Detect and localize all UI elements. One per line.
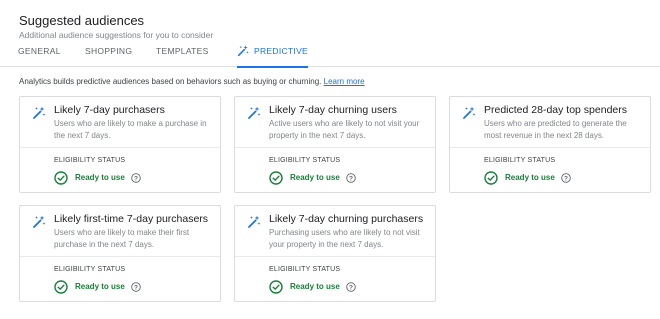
magic-wand-icon: [248, 215, 261, 228]
card-divider: [20, 256, 220, 257]
page-header: Suggested audiences Additional audience …: [19, 13, 213, 41]
svg-text:?: ?: [349, 175, 353, 182]
magic-wand-icon: [33, 106, 46, 119]
card-title: Predicted 28-day top spenders: [484, 104, 628, 116]
eligibility-status-label: ELIGIBILITY STATUS: [269, 266, 341, 273]
audience-card-likely-first-time-7-day-purchasers[interactable]: Likely first-time 7-day purchasers Users…: [19, 205, 221, 302]
card-divider: [235, 256, 435, 257]
learn-more-link[interactable]: Learn more: [324, 77, 365, 86]
help-icon[interactable]: ?: [131, 173, 141, 183]
status-text: Ready to use: [290, 282, 340, 291]
check-circle-icon: [269, 280, 283, 294]
eligibility-status-label: ELIGIBILITY STATUS: [54, 157, 126, 164]
tab-general[interactable]: GENERAL: [18, 40, 61, 67]
card-title: Likely first-time 7-day purchasers: [54, 213, 209, 225]
card-description: Purchasing users who are likely to not v…: [269, 228, 420, 249]
magic-wand-icon: [463, 106, 476, 119]
audience-card-predicted-28-day-top-spenders[interactable]: Predicted 28-day top spenders Users who …: [449, 96, 651, 193]
magic-wand-icon: [248, 106, 261, 119]
intro-text: Analytics builds predictive audiences ba…: [19, 76, 365, 87]
tab-predictive[interactable]: PREDICTIVE: [237, 40, 309, 68]
audience-tabs: GENERAL SHOPPING TEMPLATES PREDICTIVE: [0, 40, 660, 68]
card-description: Users who are predicted to generate the …: [484, 119, 627, 140]
eligibility-status: Ready to use ?: [484, 171, 571, 185]
svg-text:?: ?: [134, 175, 138, 182]
magic-wand-icon: [237, 45, 249, 56]
audience-card-likely-7-day-churning-purchasers[interactable]: Likely 7-day churning purchasers Purchas…: [234, 205, 436, 302]
card-title: Likely 7-day churning purchasers: [269, 213, 424, 225]
tab-predictive-label: PREDICTIVE: [254, 46, 309, 56]
check-circle-icon: [54, 280, 68, 294]
card-divider: [235, 147, 435, 148]
tab-templates[interactable]: TEMPLATES: [156, 40, 209, 67]
status-text: Ready to use: [290, 173, 340, 182]
card-divider: [450, 147, 650, 148]
status-text: Ready to use: [75, 173, 125, 182]
eligibility-status-label: ELIGIBILITY STATUS: [54, 266, 126, 273]
eligibility-status: Ready to use ?: [54, 171, 141, 185]
help-icon[interactable]: ?: [346, 173, 356, 183]
svg-text:?: ?: [349, 284, 353, 291]
magic-wand-icon: [33, 215, 46, 228]
card-description: Users who are likely to make a purchase …: [54, 119, 207, 140]
tab-shopping[interactable]: SHOPPING: [85, 40, 132, 67]
page-title: Suggested audiences: [19, 13, 145, 28]
svg-text:?: ?: [134, 284, 138, 291]
help-icon[interactable]: ?: [131, 282, 141, 292]
status-text: Ready to use: [505, 173, 555, 182]
check-circle-icon: [269, 171, 283, 185]
help-icon[interactable]: ?: [346, 282, 356, 292]
eligibility-status-label: ELIGIBILITY STATUS: [484, 157, 556, 164]
check-circle-icon: [484, 171, 498, 185]
card-divider: [20, 147, 220, 148]
help-icon[interactable]: ?: [561, 173, 571, 183]
card-description: Users who are likely to make their first…: [54, 228, 190, 249]
card-title: Likely 7-day churning users: [269, 104, 397, 116]
audience-card-likely-7-day-churning-users[interactable]: Likely 7-day churning users Active users…: [234, 96, 436, 193]
audience-card-likely-7-day-purchasers[interactable]: Likely 7-day purchasers Users who are li…: [19, 96, 221, 193]
eligibility-status-label: ELIGIBILITY STATUS: [269, 157, 341, 164]
status-text: Ready to use: [75, 282, 125, 291]
card-title: Likely 7-day purchasers: [54, 104, 165, 116]
eligibility-status: Ready to use ?: [54, 280, 141, 294]
eligibility-status: Ready to use ?: [269, 171, 356, 185]
eligibility-status: Ready to use ?: [269, 280, 356, 294]
check-circle-icon: [54, 171, 68, 185]
card-description: Active users who are likely to not visit…: [269, 119, 420, 140]
svg-text:?: ?: [564, 175, 568, 182]
intro-description: Analytics builds predictive audiences ba…: [19, 77, 322, 86]
